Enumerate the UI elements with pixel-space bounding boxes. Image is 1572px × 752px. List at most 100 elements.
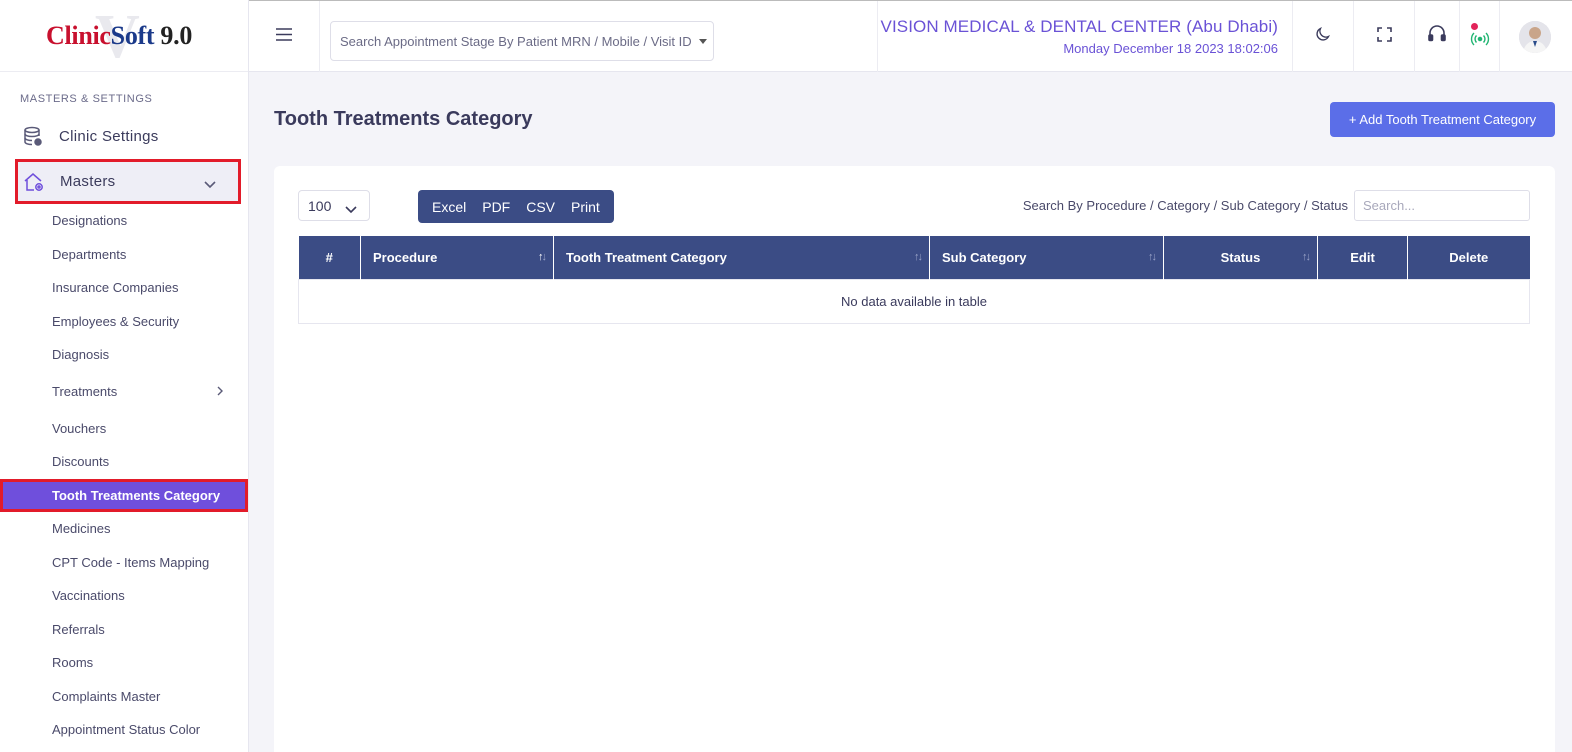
submenu-label: Departments bbox=[52, 246, 127, 262]
empty-table-message: No data available in table bbox=[298, 278, 1530, 324]
logo-part-clinic: Clinic bbox=[46, 20, 111, 50]
sort-icon: ↑↓ bbox=[914, 251, 923, 263]
export-csv-button[interactable]: CSV bbox=[518, 190, 563, 223]
menu-toggle-button[interactable] bbox=[249, 1, 320, 72]
sidebar-item-masters-label: Masters bbox=[60, 173, 116, 190]
sidebar-item-vaccinations[interactable]: Vaccinations bbox=[0, 579, 248, 613]
hamburger-icon bbox=[276, 27, 292, 46]
column-header-index: # bbox=[298, 236, 361, 279]
database-settings-icon bbox=[22, 126, 44, 148]
fullscreen-icon bbox=[1376, 26, 1392, 47]
column-header-tooth-treatment-category[interactable]: Tooth Treatment Category ↑↓ bbox=[553, 236, 930, 279]
export-pdf-button[interactable]: PDF bbox=[474, 190, 518, 223]
table-header-row: # Procedure ↑↓ Tooth Treatment Category ↑↓… bbox=[298, 236, 1530, 279]
sidebar-item-medicines[interactable]: Medicines bbox=[0, 512, 248, 546]
column-label: # bbox=[325, 249, 333, 265]
logo-version: 9.0 bbox=[154, 20, 193, 50]
sidebar-item-vouchers[interactable]: Vouchers bbox=[0, 412, 248, 446]
sidebar-item-complaints-master[interactable]: Complaints Master bbox=[0, 680, 248, 714]
page-length-select[interactable]: 100 bbox=[298, 190, 370, 221]
logo-text: ClinicSoft 9.0 bbox=[46, 21, 192, 51]
table-search-input[interactable] bbox=[1354, 190, 1530, 221]
export-button-group: Excel PDF CSV Print bbox=[418, 190, 614, 223]
dark-mode-toggle[interactable] bbox=[1293, 1, 1354, 72]
sidebar-item-insurance-companies[interactable]: Insurance Companies bbox=[0, 271, 248, 305]
export-excel-button[interactable]: Excel bbox=[424, 190, 474, 223]
sidebar-item-referrals[interactable]: Referrals bbox=[0, 613, 248, 647]
sidebar-item-rooms[interactable]: Rooms bbox=[0, 646, 248, 680]
moon-icon bbox=[1315, 26, 1331, 47]
submenu-label: Vouchers bbox=[52, 420, 107, 436]
column-label: Sub Category bbox=[942, 249, 1027, 265]
support-button[interactable] bbox=[1415, 1, 1460, 72]
submenu-label: Designations bbox=[52, 213, 128, 229]
chevron-down-icon bbox=[345, 201, 357, 217]
column-header-procedure[interactable]: Procedure ↑↓ bbox=[360, 236, 554, 279]
avatar bbox=[1519, 20, 1551, 53]
sidebar-item-clinic-settings[interactable]: Clinic Settings bbox=[0, 114, 248, 159]
page-title: Tooth Treatments Category bbox=[274, 108, 533, 130]
top-bar: Search Appointment Stage By Patient MRN … bbox=[249, 0, 1572, 72]
appointment-stage-search[interactable]: Search Appointment Stage By Patient MRN … bbox=[330, 21, 714, 61]
masters-submenu: Designations Departments Insurance Compa… bbox=[0, 204, 248, 747]
submenu-label: Appointment Status Color bbox=[52, 722, 201, 738]
logo-part-soft: Soft bbox=[110, 20, 155, 50]
table-search-label: Search By Procedure / Category / Sub Cat… bbox=[1022, 198, 1348, 213]
print-button[interactable]: Print bbox=[563, 190, 608, 223]
headset-icon bbox=[1427, 24, 1447, 49]
submenu-label: Employees & Security bbox=[52, 313, 180, 329]
submenu-label: Discounts bbox=[52, 454, 110, 470]
submenu-label: Rooms bbox=[52, 655, 94, 671]
sidebar-item-treatments[interactable]: Treatments bbox=[0, 372, 248, 412]
sidebar-item-employees-security[interactable]: Employees & Security bbox=[0, 305, 248, 339]
appointment-stage-search-placeholder: Search Appointment Stage By Patient MRN … bbox=[340, 33, 692, 49]
sort-icon: ↑↓ bbox=[1148, 251, 1157, 263]
sidebar: V ClinicSoft 9.0 MASTERS & SETTINGS Clin… bbox=[0, 0, 249, 752]
clinic-info: VISION MEDICAL & DENTAL CENTER (Abu Dhab… bbox=[877, 1, 1293, 72]
current-datetime: Monday December 18 2023 18:02:06 bbox=[1063, 41, 1278, 56]
submenu-label: Tooth Treatments Category bbox=[52, 487, 221, 503]
column-label: Tooth Treatment Category bbox=[566, 249, 727, 265]
sidebar-item-discounts[interactable]: Discounts bbox=[0, 445, 248, 479]
user-profile-button[interactable] bbox=[1500, 1, 1570, 72]
submenu-label: Vaccinations bbox=[52, 588, 125, 604]
column-label: Status bbox=[1220, 249, 1261, 265]
add-tooth-treatment-category-button[interactable]: + Add Tooth Treatment Category bbox=[1330, 102, 1555, 137]
live-status-button[interactable] bbox=[1460, 1, 1500, 72]
clinic-name: VISION MEDICAL & DENTAL CENTER (Abu Dhab… bbox=[880, 17, 1278, 36]
sidebar-item-masters[interactable]: Masters bbox=[15, 159, 241, 204]
broadcast-icon bbox=[1470, 22, 1490, 47]
submenu-label: Insurance Companies bbox=[52, 280, 179, 296]
submenu-label: Medicines bbox=[52, 521, 111, 537]
sidebar-item-diagnosis[interactable]: Diagnosis bbox=[0, 338, 248, 372]
tooth-treatment-category-table: # Procedure ↑↓ Tooth Treatment Category ↑↓… bbox=[298, 236, 1530, 324]
sort-icon: ↑↓ bbox=[538, 251, 547, 263]
submenu-label: Treatments bbox=[52, 384, 118, 399]
column-header-delete: Delete bbox=[1408, 236, 1530, 279]
sidebar-item-clinic-settings-label: Clinic Settings bbox=[59, 128, 159, 145]
sort-icon: ↑↓ bbox=[1302, 251, 1311, 263]
sidebar-item-tooth-treatments-category[interactable]: Tooth Treatments Category bbox=[0, 478, 248, 512]
column-label: Delete bbox=[1449, 249, 1489, 265]
table-card: 100 Excel PDF CSV Print Search By Proced… bbox=[274, 166, 1555, 752]
chevron-right-icon bbox=[217, 384, 223, 399]
fullscreen-button[interactable] bbox=[1354, 1, 1415, 72]
submenu-label: Referrals bbox=[52, 621, 105, 637]
column-header-status[interactable]: Status ↑↓ bbox=[1163, 236, 1318, 279]
chevron-down-icon bbox=[204, 176, 216, 193]
clinicsoft-logo[interactable]: V ClinicSoft 9.0 bbox=[0, 0, 248, 72]
submenu-label: CPT Code - Items Mapping bbox=[52, 554, 210, 570]
page-length-value: 100 bbox=[308, 197, 332, 214]
column-label: Edit bbox=[1350, 249, 1375, 265]
caret-down-icon bbox=[699, 39, 707, 44]
sidebar-item-designations[interactable]: Designations bbox=[0, 204, 248, 238]
column-header-sub-category[interactable]: Sub Category ↑↓ bbox=[929, 236, 1164, 279]
sidebar-item-cpt-code-mapping[interactable]: CPT Code - Items Mapping bbox=[0, 546, 248, 580]
submenu-label: Complaints Master bbox=[52, 688, 161, 704]
column-header-edit: Edit bbox=[1317, 236, 1408, 279]
sidebar-item-departments[interactable]: Departments bbox=[0, 238, 248, 272]
table-row: No data available in table bbox=[298, 278, 1530, 324]
submenu-label: Diagnosis bbox=[52, 347, 110, 363]
sidebar-section-title: MASTERS & SETTINGS bbox=[20, 93, 153, 105]
sidebar-item-appointment-status-color[interactable]: Appointment Status Color bbox=[0, 713, 248, 747]
